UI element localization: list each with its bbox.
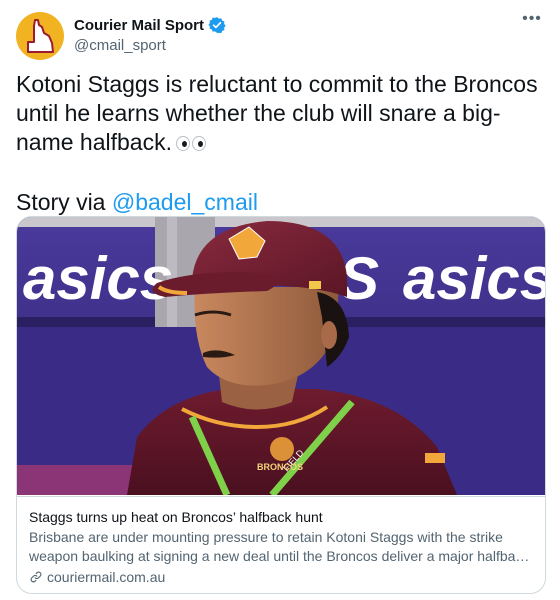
article-photo: asics asics S FIELD BRONCOS	[17, 217, 545, 495]
story-credit: Story via @badel_cmail	[16, 188, 546, 217]
author-handle[interactable]: @cmail_sport	[74, 37, 166, 54]
story-prefix: Story via	[16, 189, 106, 215]
tweet[interactable]: Courier Mail Sport @cmail_sport ••• Koto…	[0, 0, 560, 600]
more-options-icon[interactable]: •••	[520, 11, 544, 32]
card-domain: couriermail.com.au	[29, 569, 165, 585]
card-image[interactable]: asics asics S FIELD BRONCOS	[17, 217, 545, 495]
queensland-map-icon	[27, 19, 54, 53]
card-meta[interactable]: Staggs turns up heat on Broncos’ halfbac…	[17, 496, 545, 593]
eyes-emoji	[175, 136, 206, 152]
verified-badge-icon	[208, 17, 226, 34]
card-domain-text: couriermail.com.au	[47, 569, 166, 585]
link-icon	[30, 571, 42, 583]
asics-sign-left: asics	[23, 245, 173, 312]
mention-link[interactable]: @badel_cmail	[112, 189, 258, 215]
display-name[interactable]: Courier Mail Sport	[74, 17, 204, 34]
tweet-text: Kotoni Staggs is reluctant to commit to …	[16, 70, 546, 217]
tweet-body: Kotoni Staggs is reluctant to commit to …	[16, 70, 546, 157]
author-name-row: Courier Mail Sport	[74, 16, 226, 34]
card-description: Brisbane are under mounting pressure to …	[29, 529, 530, 564]
shirt-text: BRONCOS	[257, 462, 303, 472]
card-title[interactable]: Staggs turns up heat on Broncos’ halfbac…	[29, 509, 323, 525]
asics-sign-right: asics	[403, 245, 545, 312]
avatar[interactable]	[16, 12, 64, 60]
link-card[interactable]: asics asics S FIELD BRONCOS Staggs turns…	[16, 216, 546, 594]
tweet-body-text: Kotoni Staggs is reluctant to commit to …	[16, 71, 538, 155]
